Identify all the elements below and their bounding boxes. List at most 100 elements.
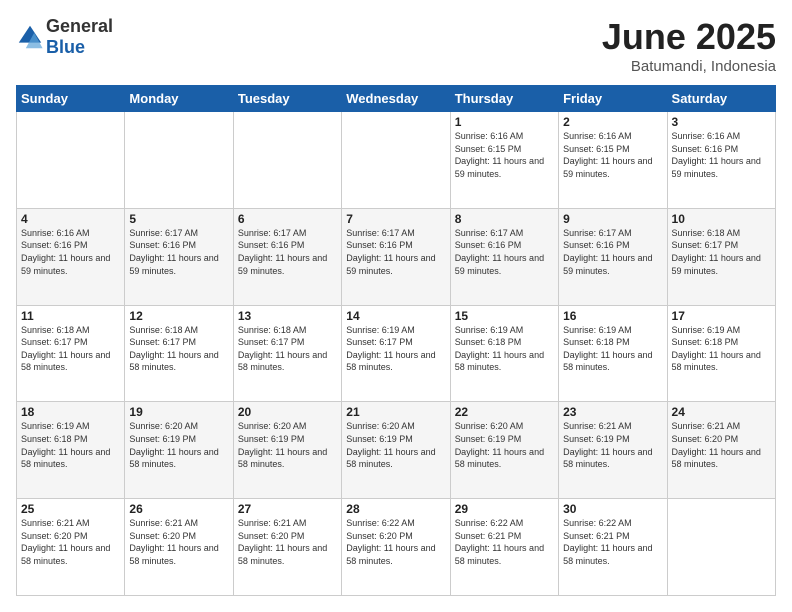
table-row: 24 Sunrise: 6:21 AMSunset: 6:20 PMDaylig…: [667, 402, 775, 499]
day-info: Sunrise: 6:21 AMSunset: 6:20 PMDaylight:…: [238, 517, 337, 567]
day-number: 26: [129, 502, 228, 516]
day-number: 11: [21, 309, 120, 323]
day-number: 27: [238, 502, 337, 516]
day-number: 30: [563, 502, 662, 516]
day-number: 6: [238, 212, 337, 226]
table-row: 11 Sunrise: 6:18 AMSunset: 6:17 PMDaylig…: [17, 305, 125, 402]
table-row: [667, 499, 775, 596]
logo-general: General: [46, 16, 113, 36]
table-row: 28 Sunrise: 6:22 AMSunset: 6:20 PMDaylig…: [342, 499, 450, 596]
logo: General Blue: [16, 16, 113, 58]
day-number: 14: [346, 309, 445, 323]
table-row: 13 Sunrise: 6:18 AMSunset: 6:17 PMDaylig…: [233, 305, 341, 402]
day-number: 19: [129, 405, 228, 419]
day-info: Sunrise: 6:18 AMSunset: 6:17 PMDaylight:…: [129, 324, 228, 374]
day-number: 7: [346, 212, 445, 226]
day-info: Sunrise: 6:21 AMSunset: 6:20 PMDaylight:…: [672, 420, 771, 470]
table-row: 7 Sunrise: 6:17 AMSunset: 6:16 PMDayligh…: [342, 208, 450, 305]
day-info: Sunrise: 6:19 AMSunset: 6:18 PMDaylight:…: [672, 324, 771, 374]
col-monday: Monday: [125, 86, 233, 112]
table-row: 30 Sunrise: 6:22 AMSunset: 6:21 PMDaylig…: [559, 499, 667, 596]
table-row: 27 Sunrise: 6:21 AMSunset: 6:20 PMDaylig…: [233, 499, 341, 596]
day-number: 20: [238, 405, 337, 419]
day-info: Sunrise: 6:19 AMSunset: 6:18 PMDaylight:…: [21, 420, 120, 470]
day-info: Sunrise: 6:21 AMSunset: 6:20 PMDaylight:…: [129, 517, 228, 567]
calendar-week-4: 18 Sunrise: 6:19 AMSunset: 6:18 PMDaylig…: [17, 402, 776, 499]
table-row: 9 Sunrise: 6:17 AMSunset: 6:16 PMDayligh…: [559, 208, 667, 305]
title-block: June 2025 Batumandi, Indonesia: [602, 16, 776, 75]
day-number: 23: [563, 405, 662, 419]
day-number: 28: [346, 502, 445, 516]
day-number: 8: [455, 212, 554, 226]
day-info: Sunrise: 6:16 AMSunset: 6:15 PMDaylight:…: [455, 130, 554, 180]
day-info: Sunrise: 6:20 AMSunset: 6:19 PMDaylight:…: [129, 420, 228, 470]
table-row: 25 Sunrise: 6:21 AMSunset: 6:20 PMDaylig…: [17, 499, 125, 596]
table-row: 26 Sunrise: 6:21 AMSunset: 6:20 PMDaylig…: [125, 499, 233, 596]
table-row: 10 Sunrise: 6:18 AMSunset: 6:17 PMDaylig…: [667, 208, 775, 305]
day-info: Sunrise: 6:22 AMSunset: 6:21 PMDaylight:…: [563, 517, 662, 567]
col-tuesday: Tuesday: [233, 86, 341, 112]
day-info: Sunrise: 6:20 AMSunset: 6:19 PMDaylight:…: [238, 420, 337, 470]
col-thursday: Thursday: [450, 86, 558, 112]
day-info: Sunrise: 6:16 AMSunset: 6:16 PMDaylight:…: [672, 130, 771, 180]
col-saturday: Saturday: [667, 86, 775, 112]
table-row: [233, 112, 341, 209]
table-row: 29 Sunrise: 6:22 AMSunset: 6:21 PMDaylig…: [450, 499, 558, 596]
day-info: Sunrise: 6:18 AMSunset: 6:17 PMDaylight:…: [21, 324, 120, 374]
table-row: 1 Sunrise: 6:16 AMSunset: 6:15 PMDayligh…: [450, 112, 558, 209]
col-sunday: Sunday: [17, 86, 125, 112]
calendar-week-2: 4 Sunrise: 6:16 AMSunset: 6:16 PMDayligh…: [17, 208, 776, 305]
table-row: [125, 112, 233, 209]
table-row: 4 Sunrise: 6:16 AMSunset: 6:16 PMDayligh…: [17, 208, 125, 305]
day-number: 18: [21, 405, 120, 419]
table-row: 15 Sunrise: 6:19 AMSunset: 6:18 PMDaylig…: [450, 305, 558, 402]
day-number: 24: [672, 405, 771, 419]
day-number: 16: [563, 309, 662, 323]
table-row: 2 Sunrise: 6:16 AMSunset: 6:15 PMDayligh…: [559, 112, 667, 209]
table-row: 3 Sunrise: 6:16 AMSunset: 6:16 PMDayligh…: [667, 112, 775, 209]
table-row: 16 Sunrise: 6:19 AMSunset: 6:18 PMDaylig…: [559, 305, 667, 402]
table-row: [342, 112, 450, 209]
day-info: Sunrise: 6:16 AMSunset: 6:16 PMDaylight:…: [21, 227, 120, 277]
header: General Blue June 2025 Batumandi, Indone…: [16, 16, 776, 75]
col-friday: Friday: [559, 86, 667, 112]
table-row: 17 Sunrise: 6:19 AMSunset: 6:18 PMDaylig…: [667, 305, 775, 402]
day-number: 21: [346, 405, 445, 419]
day-info: Sunrise: 6:17 AMSunset: 6:16 PMDaylight:…: [346, 227, 445, 277]
table-row: 23 Sunrise: 6:21 AMSunset: 6:19 PMDaylig…: [559, 402, 667, 499]
day-info: Sunrise: 6:19 AMSunset: 6:18 PMDaylight:…: [563, 324, 662, 374]
day-info: Sunrise: 6:17 AMSunset: 6:16 PMDaylight:…: [455, 227, 554, 277]
day-number: 25: [21, 502, 120, 516]
day-info: Sunrise: 6:19 AMSunset: 6:17 PMDaylight:…: [346, 324, 445, 374]
logo-text: General Blue: [46, 16, 113, 58]
calendar-week-1: 1 Sunrise: 6:16 AMSunset: 6:15 PMDayligh…: [17, 112, 776, 209]
table-row: 12 Sunrise: 6:18 AMSunset: 6:17 PMDaylig…: [125, 305, 233, 402]
day-number: 22: [455, 405, 554, 419]
day-number: 17: [672, 309, 771, 323]
calendar-week-5: 25 Sunrise: 6:21 AMSunset: 6:20 PMDaylig…: [17, 499, 776, 596]
calendar-week-3: 11 Sunrise: 6:18 AMSunset: 6:17 PMDaylig…: [17, 305, 776, 402]
page: General Blue June 2025 Batumandi, Indone…: [0, 0, 792, 612]
logo-icon: [16, 23, 44, 51]
day-number: 4: [21, 212, 120, 226]
day-info: Sunrise: 6:17 AMSunset: 6:16 PMDaylight:…: [238, 227, 337, 277]
day-info: Sunrise: 6:16 AMSunset: 6:15 PMDaylight:…: [563, 130, 662, 180]
day-info: Sunrise: 6:22 AMSunset: 6:20 PMDaylight:…: [346, 517, 445, 567]
calendar-title: June 2025: [602, 16, 776, 58]
day-info: Sunrise: 6:17 AMSunset: 6:16 PMDaylight:…: [563, 227, 662, 277]
day-info: Sunrise: 6:18 AMSunset: 6:17 PMDaylight:…: [238, 324, 337, 374]
day-info: Sunrise: 6:21 AMSunset: 6:19 PMDaylight:…: [563, 420, 662, 470]
day-number: 12: [129, 309, 228, 323]
day-info: Sunrise: 6:20 AMSunset: 6:19 PMDaylight:…: [346, 420, 445, 470]
day-number: 3: [672, 115, 771, 129]
table-row: 14 Sunrise: 6:19 AMSunset: 6:17 PMDaylig…: [342, 305, 450, 402]
table-row: 5 Sunrise: 6:17 AMSunset: 6:16 PMDayligh…: [125, 208, 233, 305]
day-number: 15: [455, 309, 554, 323]
table-row: [17, 112, 125, 209]
calendar-subtitle: Batumandi, Indonesia: [602, 58, 776, 75]
day-info: Sunrise: 6:21 AMSunset: 6:20 PMDaylight:…: [21, 517, 120, 567]
day-number: 10: [672, 212, 771, 226]
day-info: Sunrise: 6:18 AMSunset: 6:17 PMDaylight:…: [672, 227, 771, 277]
day-number: 9: [563, 212, 662, 226]
day-number: 1: [455, 115, 554, 129]
